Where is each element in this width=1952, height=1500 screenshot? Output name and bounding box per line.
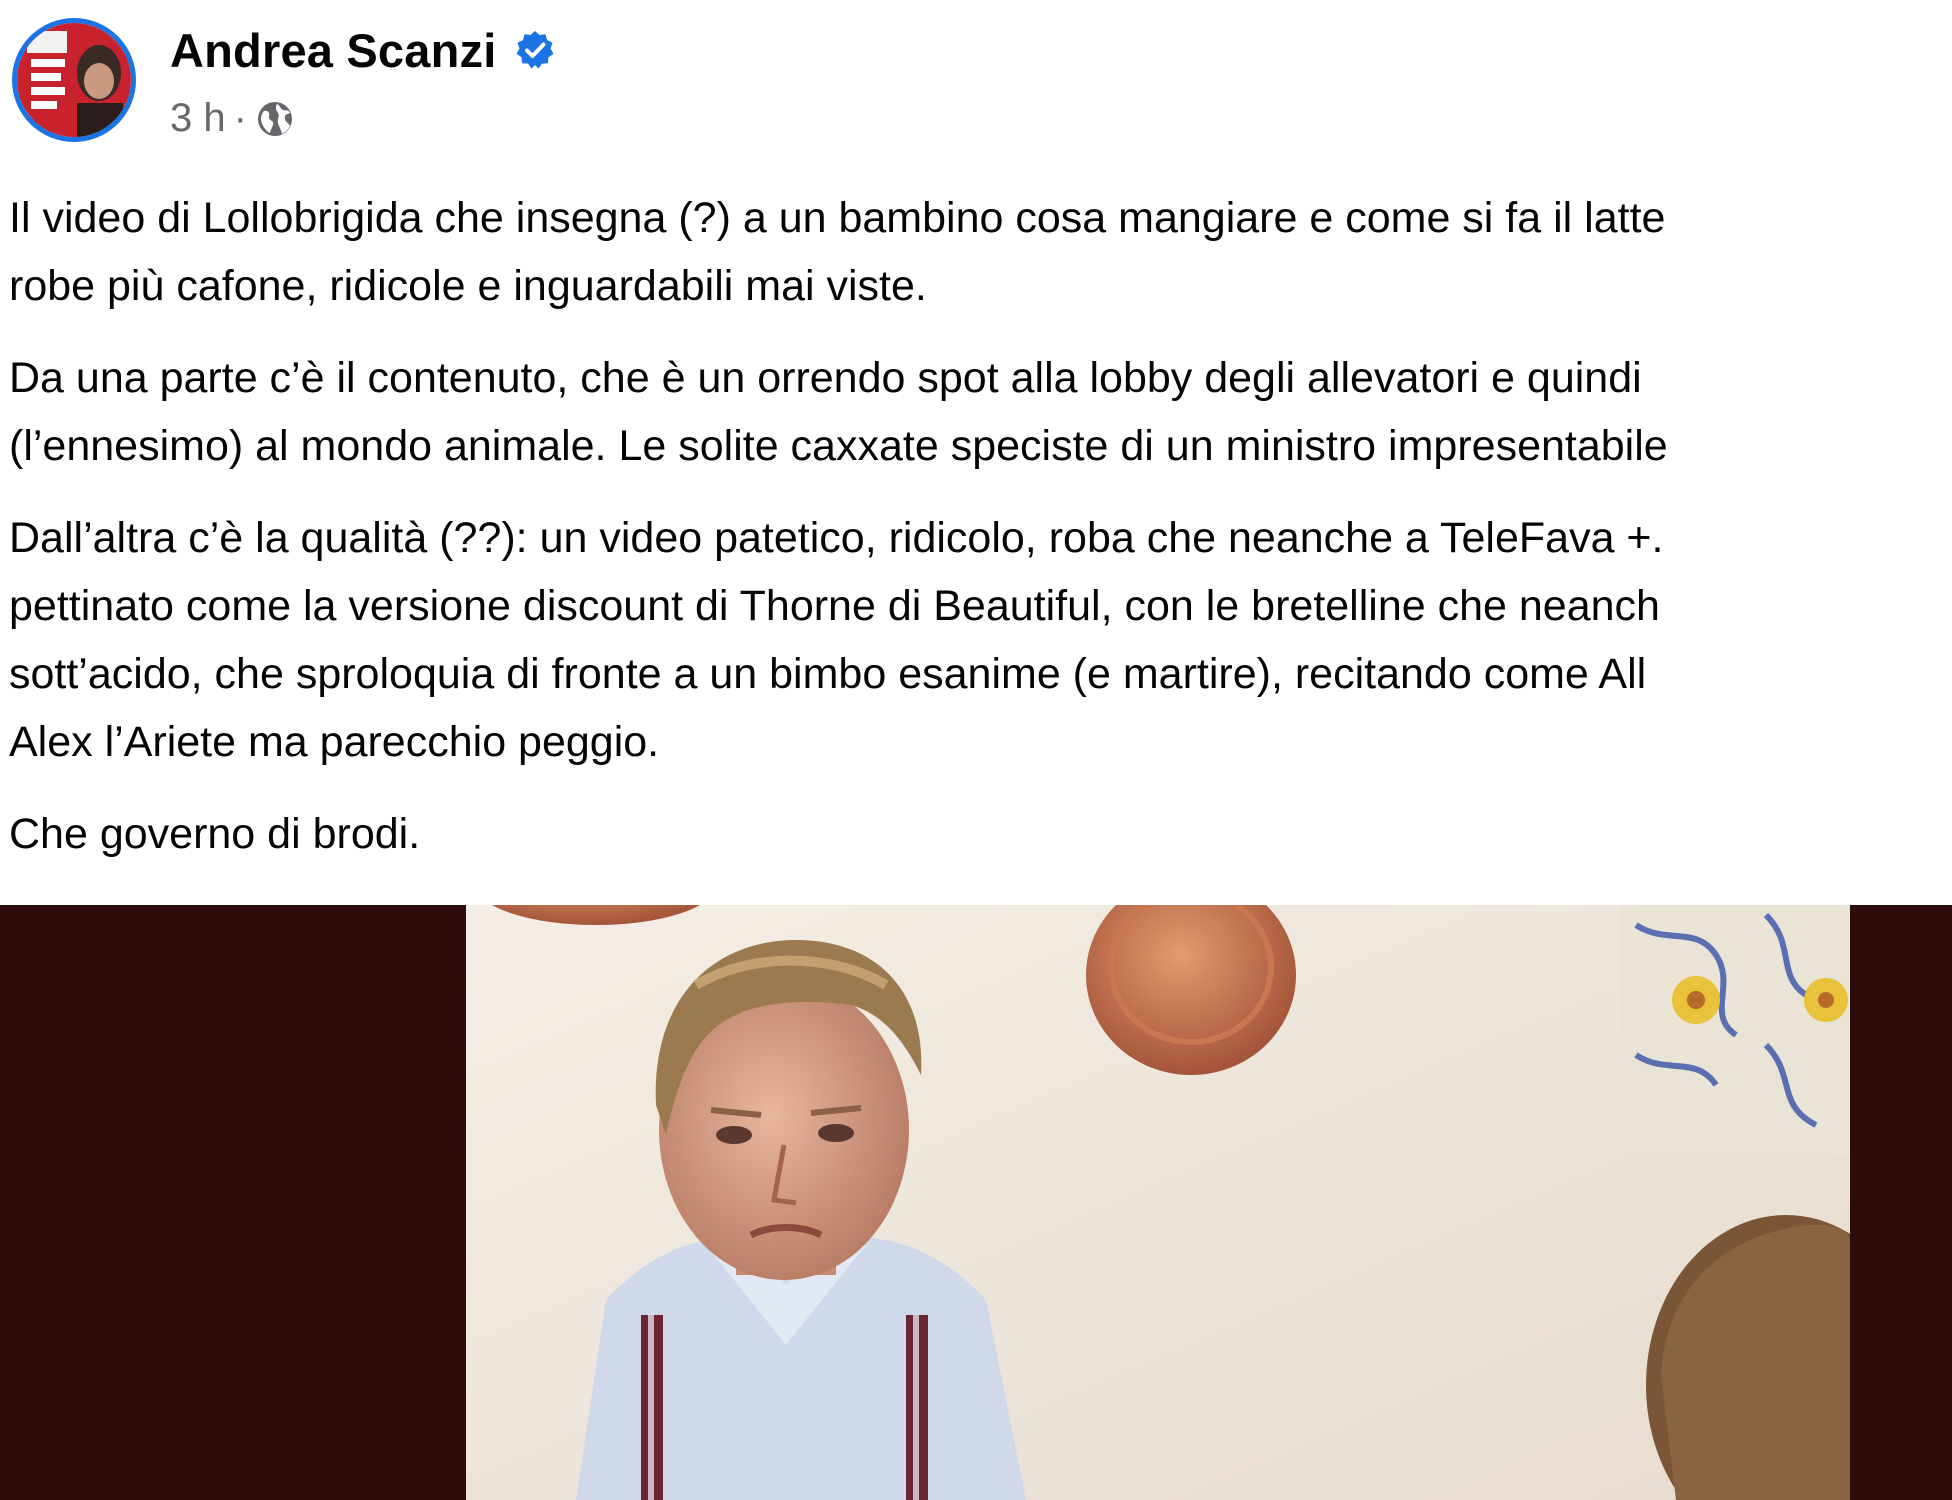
avatar-image [17,23,131,137]
text-line: sott’acido, che sproloquia di fronte a u… [9,650,1647,698]
post-paragraph: Che governo di brodi. [9,800,1952,868]
post-paragraph: Dall’altra c’è la qualità (??): un video… [9,504,1952,776]
post-video[interactable] [0,905,1952,1500]
verified-badge-icon [514,29,556,71]
post-paragraph: Il video di Lollobrigida che insegna (?)… [9,184,1952,320]
meta-separator: · [233,96,247,140]
facebook-post: Andrea Scanzi 3 h · Il video di Lollobri… [0,0,1952,1500]
text-line: Alex l’Ariete ma parecchio peggio. [9,718,660,766]
author-avatar[interactable] [12,18,136,142]
post-paragraph: Da una parte c’è il contenuto, che è un … [9,344,1952,480]
author-name[interactable]: Andrea Scanzi [170,23,496,78]
text-line: Il video di Lollobrigida che insegna (?)… [9,194,1666,242]
author-row: Andrea Scanzi [170,18,556,82]
post-meta: 3 h · [170,96,556,141]
post-text: Il video di Lollobrigida che insegna (?)… [9,184,1952,892]
video-still-image [466,905,1850,1500]
video-frame[interactable] [466,905,1850,1500]
text-line: robe più cafone, ridicole e inguardabili… [9,262,927,310]
author-block: Andrea Scanzi 3 h · [170,18,556,141]
globe-icon[interactable] [255,99,295,139]
text-line: (l’ennesimo) al mondo animale. Le solite… [9,422,1668,470]
text-line: pettinato come la versione discount di T… [9,582,1660,630]
post-header: Andrea Scanzi 3 h · [12,18,556,154]
text-line: Dall’altra c’è la qualità (??): un video… [9,514,1664,562]
post-timestamp[interactable]: 3 h [170,96,226,141]
text-line: Che governo di brodi. [9,810,421,858]
text-line: Da una parte c’è il contenuto, che è un … [9,354,1642,402]
